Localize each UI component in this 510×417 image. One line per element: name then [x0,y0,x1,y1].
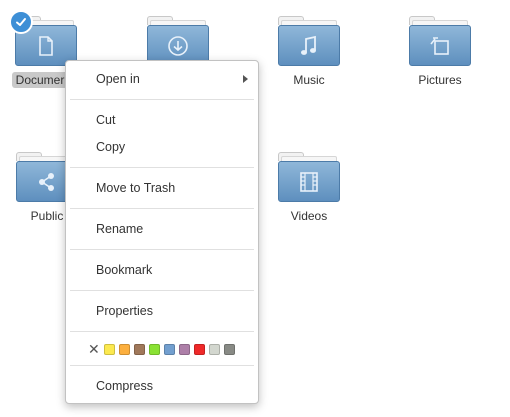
folder-label: Pictures [418,73,462,87]
color-tag-light-gray[interactable] [209,343,220,355]
menu-item-label: Bookmark [96,263,153,277]
color-tag-blue[interactable] [164,343,175,355]
folder-label: Documer [11,72,69,88]
menu-separator [70,290,254,291]
file-manager-view: Documer Music Pictures Public Videos Ope… [0,0,510,417]
folder-videos[interactable]: Videos [259,152,359,224]
menu-item-open-in[interactable]: Open in [66,67,258,91]
menu-item-rename[interactable]: Rename [66,217,258,241]
music-note-icon [301,35,316,55]
color-tag-dark-gray[interactable] [224,343,235,355]
color-tag-orange[interactable] [119,343,130,355]
document-icon [39,35,53,56]
menu-item-label: Rename [96,222,144,236]
share-icon [39,172,54,191]
menu-item-label: Open in [96,72,140,86]
menu-separator [70,331,254,332]
menu-item-label: Move to Trash [96,181,176,195]
menu-item-move-to-trash[interactable]: Move to Trash [66,176,258,200]
menu-item-compress[interactable]: Compress [66,374,258,398]
menu-item-properties[interactable]: Properties [66,299,258,323]
context-menu: Open in Cut Copy Move to Trash Rename Bo… [65,60,259,404]
folder-icon [278,16,340,66]
menu-item-copy[interactable]: Copy [66,135,258,159]
menu-separator [70,249,254,250]
menu-item-cut[interactable]: Cut [66,108,258,132]
color-tag-brown[interactable] [134,343,145,355]
menu-separator [70,99,254,100]
folder-label: Music [293,73,325,87]
folder-icon [409,16,471,66]
film-icon [300,171,318,192]
folder-icon [278,152,340,202]
menu-separator [70,167,254,168]
menu-separator [70,365,254,366]
menu-separator [70,208,254,209]
folder-music[interactable]: Music [259,16,359,88]
color-tag-row: ✕ [88,342,239,356]
selected-check-icon[interactable] [9,10,33,34]
picture-icon [430,36,449,55]
color-tag-purple[interactable] [179,343,190,355]
color-tag-green[interactable] [149,343,160,355]
download-icon [168,35,188,56]
folder-pictures[interactable]: Pictures [390,16,490,88]
submenu-arrow-icon [243,75,248,83]
folder-icon [147,16,209,66]
menu-item-bookmark[interactable]: Bookmark [66,258,258,282]
folder-icon [9,10,77,66]
menu-item-label: Compress [96,379,153,393]
menu-item-label: Properties [96,304,153,318]
folder-label: Videos [290,209,328,223]
menu-item-label: Copy [96,140,126,154]
color-tag-red[interactable] [194,343,205,355]
clear-color-icon[interactable]: ✕ [88,342,102,356]
color-tag-yellow[interactable] [104,343,115,355]
menu-item-label: Cut [96,113,116,127]
